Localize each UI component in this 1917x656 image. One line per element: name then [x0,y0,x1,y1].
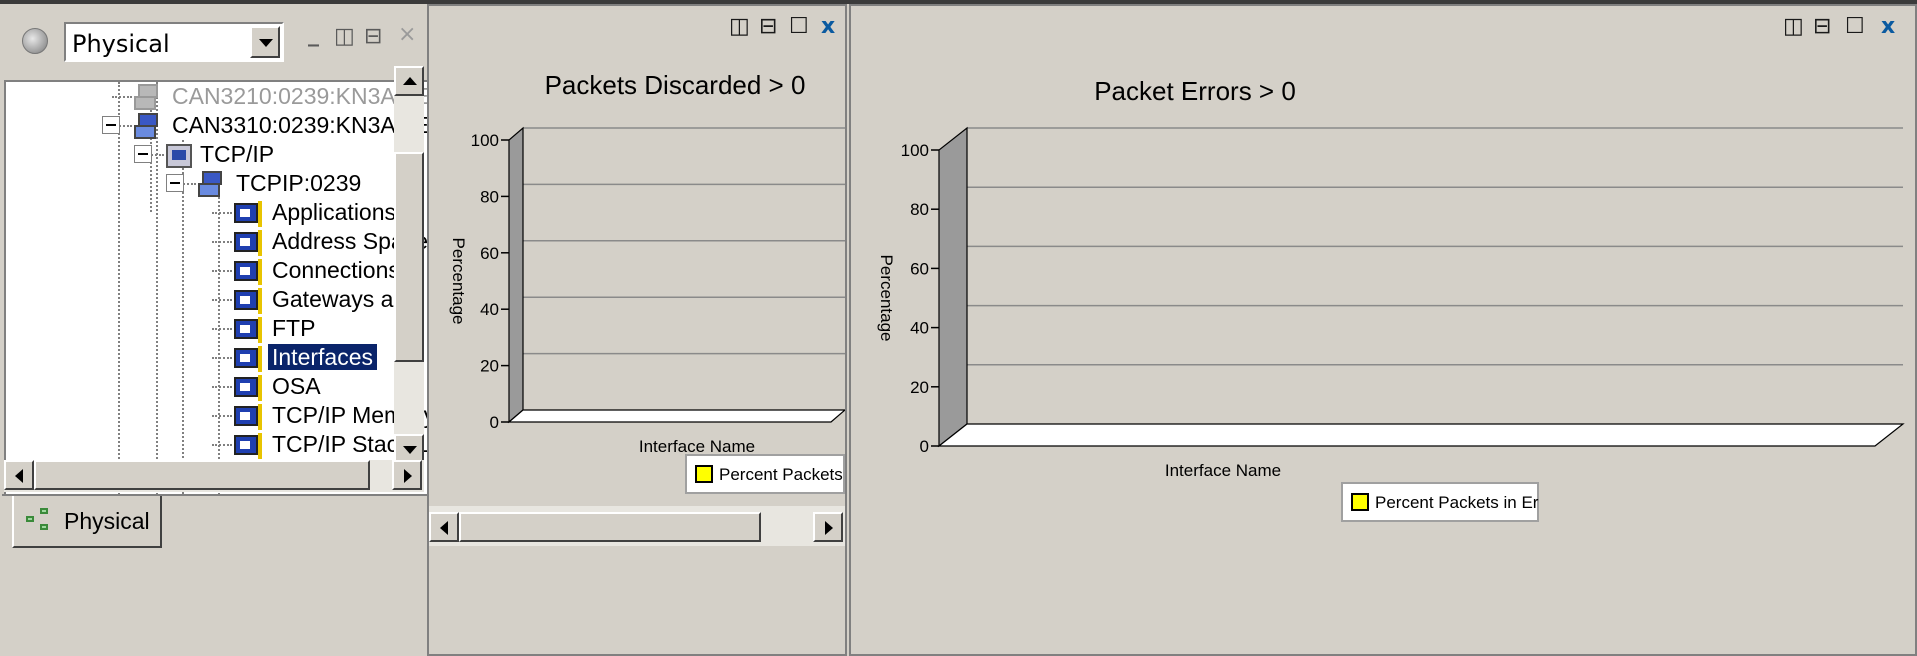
app-window: Physical _ ◫ ⊟ × CAN3210:0239:KN3AGEN CAN… [0,0,1917,656]
scroll-right-button[interactable] [813,512,843,542]
x-axis-label: Interface Name [1165,461,1281,480]
split-vertical-icon[interactable]: ◫ [334,24,355,49]
split-horizontal-icon[interactable]: ⊟ [364,24,382,49]
chart-side-wall [508,126,524,424]
computer-icon [134,112,164,141]
chart-floor [507,409,845,423]
view-selector[interactable]: Physical [64,22,284,62]
scroll-thumb[interactable] [394,152,424,362]
globe-icon [22,28,48,54]
scroll-up-button[interactable] [394,66,424,96]
close-icon[interactable]: × [398,22,416,47]
legend-label: Percent Packets in Error [1375,493,1539,512]
tree-node-label: Applications [272,199,397,225]
y-tick-label: 40 [910,319,929,338]
tree-connector [212,270,232,272]
legend-label: Percent Packets Di [719,465,843,484]
tree-connector [112,96,132,98]
chart-horizontal-scrollbar[interactable] [429,506,845,546]
tree-node-label: OSA [272,373,321,399]
y-tick-label: 60 [480,244,499,263]
chart-title: Packet Errors > 0 [1094,76,1296,106]
tab-physical-label: Physical [64,508,150,534]
network-icon [26,508,54,534]
tree-horizontal-scrollbar[interactable] [4,460,424,492]
y-tick-label: 100 [471,131,499,150]
maximize-icon[interactable]: ☐ [789,14,809,39]
maximize-icon[interactable]: ☐ [1845,14,1865,39]
y-tick-label: 80 [910,200,929,219]
tree-connector [212,299,232,301]
collapse-toggle[interactable] [166,174,184,192]
tree-connector [212,415,232,417]
split-horizontal-icon[interactable]: ⊟ [1813,14,1831,39]
y-axis-label: Percentage [449,238,468,325]
split-vertical-icon[interactable]: ◫ [729,14,750,39]
y-tick-label: 60 [910,259,929,278]
scroll-thumb[interactable] [34,460,370,490]
tree-vertical-scrollbar[interactable] [394,66,424,466]
y-tick-label: 100 [901,141,929,160]
minimize-icon[interactable]: _ [308,22,319,47]
chart-floor [937,423,1905,447]
y-tick-label: 20 [910,378,929,397]
folder-icon [166,143,192,168]
pane-titlebar: ◫ ⊟ ☐ x [851,6,1915,50]
chart-legend: Percent Packets in Error [1341,482,1539,522]
legend-swatch [695,465,713,483]
scroll-left-button[interactable] [4,460,34,490]
tree-connector [212,241,232,243]
tree-node-label: FTP [272,315,316,341]
view-selector-value: Physical [72,30,170,58]
pane-titlebar: ◫ ⊟ ☐ x [429,6,845,50]
y-tick-label: 0 [920,437,929,456]
legend-swatch [1351,493,1369,511]
tree-connector [212,212,232,214]
y-axis-label: Percentage [877,255,896,342]
computer-icon [198,170,228,199]
tree-node-label: Connections [272,257,400,283]
tree-connector [212,357,232,359]
close-icon[interactable]: x [821,14,835,39]
tree-node-label: TCPIP:0239 [236,170,362,196]
y-tick-label: 20 [480,357,499,376]
scroll-thumb[interactable] [459,512,761,542]
chart-title: Packets Discarded > 0 [545,70,806,100]
tree-connector [212,386,232,388]
split-horizontal-icon[interactable]: ⊟ [759,14,777,39]
chart-packet-errors: Packet Errors > 0 0 20 40 60 80 100 Interface N… [877,76,1905,480]
tree-connector [212,444,232,446]
tab-physical[interactable]: Physical [12,496,162,548]
chart-side-wall [938,126,968,448]
scroll-right-button[interactable] [392,460,422,490]
tree-connector [212,328,232,330]
scroll-left-button[interactable] [429,512,459,542]
tree-node-label: Interfaces [267,343,378,371]
y-tick-label: 80 [480,187,499,206]
collapse-toggle[interactable] [134,145,152,163]
chart-pane-packet-errors: ◫ ⊟ ☐ x Packet Errors > 0 0 20 40 60 80 100 Int… [849,4,1917,656]
split-vertical-icon[interactable]: ◫ [1783,14,1804,39]
chevron-down-icon[interactable] [250,26,280,58]
chart-pane-packets-discarded: ◫ ⊟ ☐ x Packets Discarded > 0 0 20 40 60 80 10… [427,4,847,656]
collapse-toggle[interactable] [102,116,120,134]
close-icon[interactable]: x [1881,14,1895,39]
tree-node-label: TCP/IP [200,141,275,167]
chart-legend: Percent Packets Di [685,454,845,494]
y-tick-label: 40 [480,300,499,319]
y-tick-label: 0 [490,413,499,432]
